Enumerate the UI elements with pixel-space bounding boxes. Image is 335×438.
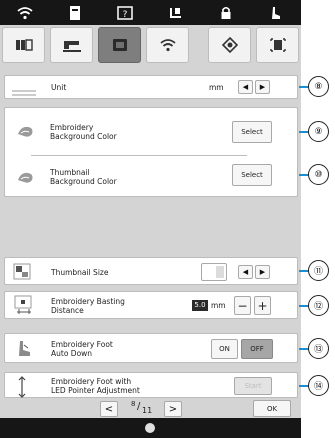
- basting-plus-button[interactable]: +: [254, 296, 271, 315]
- tab-wireless-settings[interactable]: [146, 27, 189, 63]
- thumbnail-size-prev-button[interactable]: ◀: [238, 265, 253, 279]
- unit-value: mm: [209, 83, 224, 92]
- tab-general-settings[interactable]: [2, 27, 45, 63]
- callout-number-9: ⑨: [308, 121, 329, 142]
- basting-icon: [13, 295, 35, 319]
- basting-distance-value: 5.0: [192, 300, 208, 311]
- setting-row-unit: Unit mm ◀ ▶: [4, 75, 298, 99]
- embroidery-background-icon: [15, 124, 37, 144]
- page-current: 8: [131, 400, 136, 408]
- thumbnail-background-select-button[interactable]: Select: [232, 164, 272, 186]
- document-icon: [64, 4, 86, 22]
- divider: [31, 155, 247, 156]
- sewing-machine-icon: [62, 41, 81, 52]
- basting-distance-label: Embroidery Basting Distance: [51, 297, 125, 315]
- led-pointer-start-button[interactable]: Start: [234, 377, 272, 395]
- setting-row-foot-auto-down: Embroidery Foot Auto Down ON OFF: [4, 333, 298, 363]
- screen-icon: [269, 38, 286, 52]
- thumbnail-size-indicator: [201, 263, 227, 281]
- basting-distance-unit: mm: [211, 301, 226, 310]
- wifi-icon: [159, 39, 176, 52]
- page-next-button[interactable]: >: [164, 401, 182, 417]
- top-status-bar: ?: [0, 0, 301, 25]
- tab-sewing-settings[interactable]: [50, 27, 93, 63]
- foot-auto-down-off-button[interactable]: OFF: [241, 339, 273, 359]
- embroidery-background-select-button[interactable]: Select: [232, 121, 272, 143]
- diamond-icon: [221, 37, 238, 53]
- thread-icon: [165, 4, 187, 22]
- callout-number-13: ⑬: [308, 338, 329, 359]
- foot-auto-down-label: Embroidery Foot Auto Down: [51, 340, 113, 358]
- page-slash: /: [137, 401, 141, 412]
- thumbnail-background-icon: [15, 170, 37, 190]
- thumbnail-size-label: Thumbnail Size: [51, 268, 109, 277]
- ok-button[interactable]: OK: [253, 400, 291, 417]
- help-icon[interactable]: ?: [114, 4, 136, 22]
- bottom-bar: [0, 418, 301, 438]
- foot-auto-down-on-button[interactable]: ON: [211, 339, 238, 359]
- setting-row-led-pointer: Embroidery Foot with LED Pointer Adjustm…: [4, 372, 298, 398]
- thumbnail-background-label: Thumbnail Background Color: [50, 168, 117, 186]
- presser-foot-icon: [265, 4, 287, 22]
- tab-machine-info[interactable]: [208, 27, 251, 63]
- thumbnail-size-next-button[interactable]: ▶: [255, 265, 270, 279]
- callout-number-8: ⑧: [308, 76, 329, 97]
- setting-row-basting-distance: Embroidery Basting Distance 5.0 mm − +: [4, 291, 298, 319]
- tab-embroidery-settings[interactable]: [98, 27, 141, 63]
- setting-group-background-colors: Embroidery Background Color Select Thumb…: [4, 107, 298, 197]
- page-total: 11: [142, 406, 153, 415]
- page-indicator: 8 / 11: [125, 400, 157, 418]
- wifi-icon: [14, 4, 36, 22]
- thumbnail-size-icon: [13, 263, 31, 284]
- svg-text:?: ?: [123, 10, 128, 20]
- ruler-icon: [11, 83, 37, 102]
- led-pointer-icon: [15, 376, 29, 402]
- unit-label: Unit: [51, 83, 67, 92]
- callout-number-10: ⑩: [308, 164, 329, 185]
- embroidery-frame-icon: [112, 39, 127, 51]
- unit-prev-button[interactable]: ◀: [238, 80, 253, 94]
- settings-tabs: [2, 27, 299, 63]
- home-button-icon[interactable]: [145, 423, 155, 433]
- basting-minus-button[interactable]: −: [234, 296, 251, 315]
- setting-row-thumbnail-size: Thumbnail Size ◀ ▶: [4, 257, 298, 285]
- unit-next-button[interactable]: ▶: [255, 80, 270, 94]
- callout-number-11: ⑪: [308, 260, 329, 281]
- settings-panel: ? Unit mm ◀ ▶ Embroidery Background Colo…: [0, 0, 301, 438]
- callout-number-14: ⑭: [308, 375, 329, 396]
- page-prev-button[interactable]: <: [100, 401, 118, 417]
- book-icon: [15, 39, 33, 51]
- led-pointer-label: Embroidery Foot with LED Pointer Adjustm…: [51, 377, 140, 395]
- tab-screen-settings[interactable]: [256, 27, 299, 63]
- lock-icon: [215, 4, 237, 22]
- callout-number-12: ⑫: [308, 295, 329, 316]
- embroidery-background-label: Embroidery Background Color: [50, 123, 117, 141]
- embroidery-foot-icon: [15, 339, 35, 363]
